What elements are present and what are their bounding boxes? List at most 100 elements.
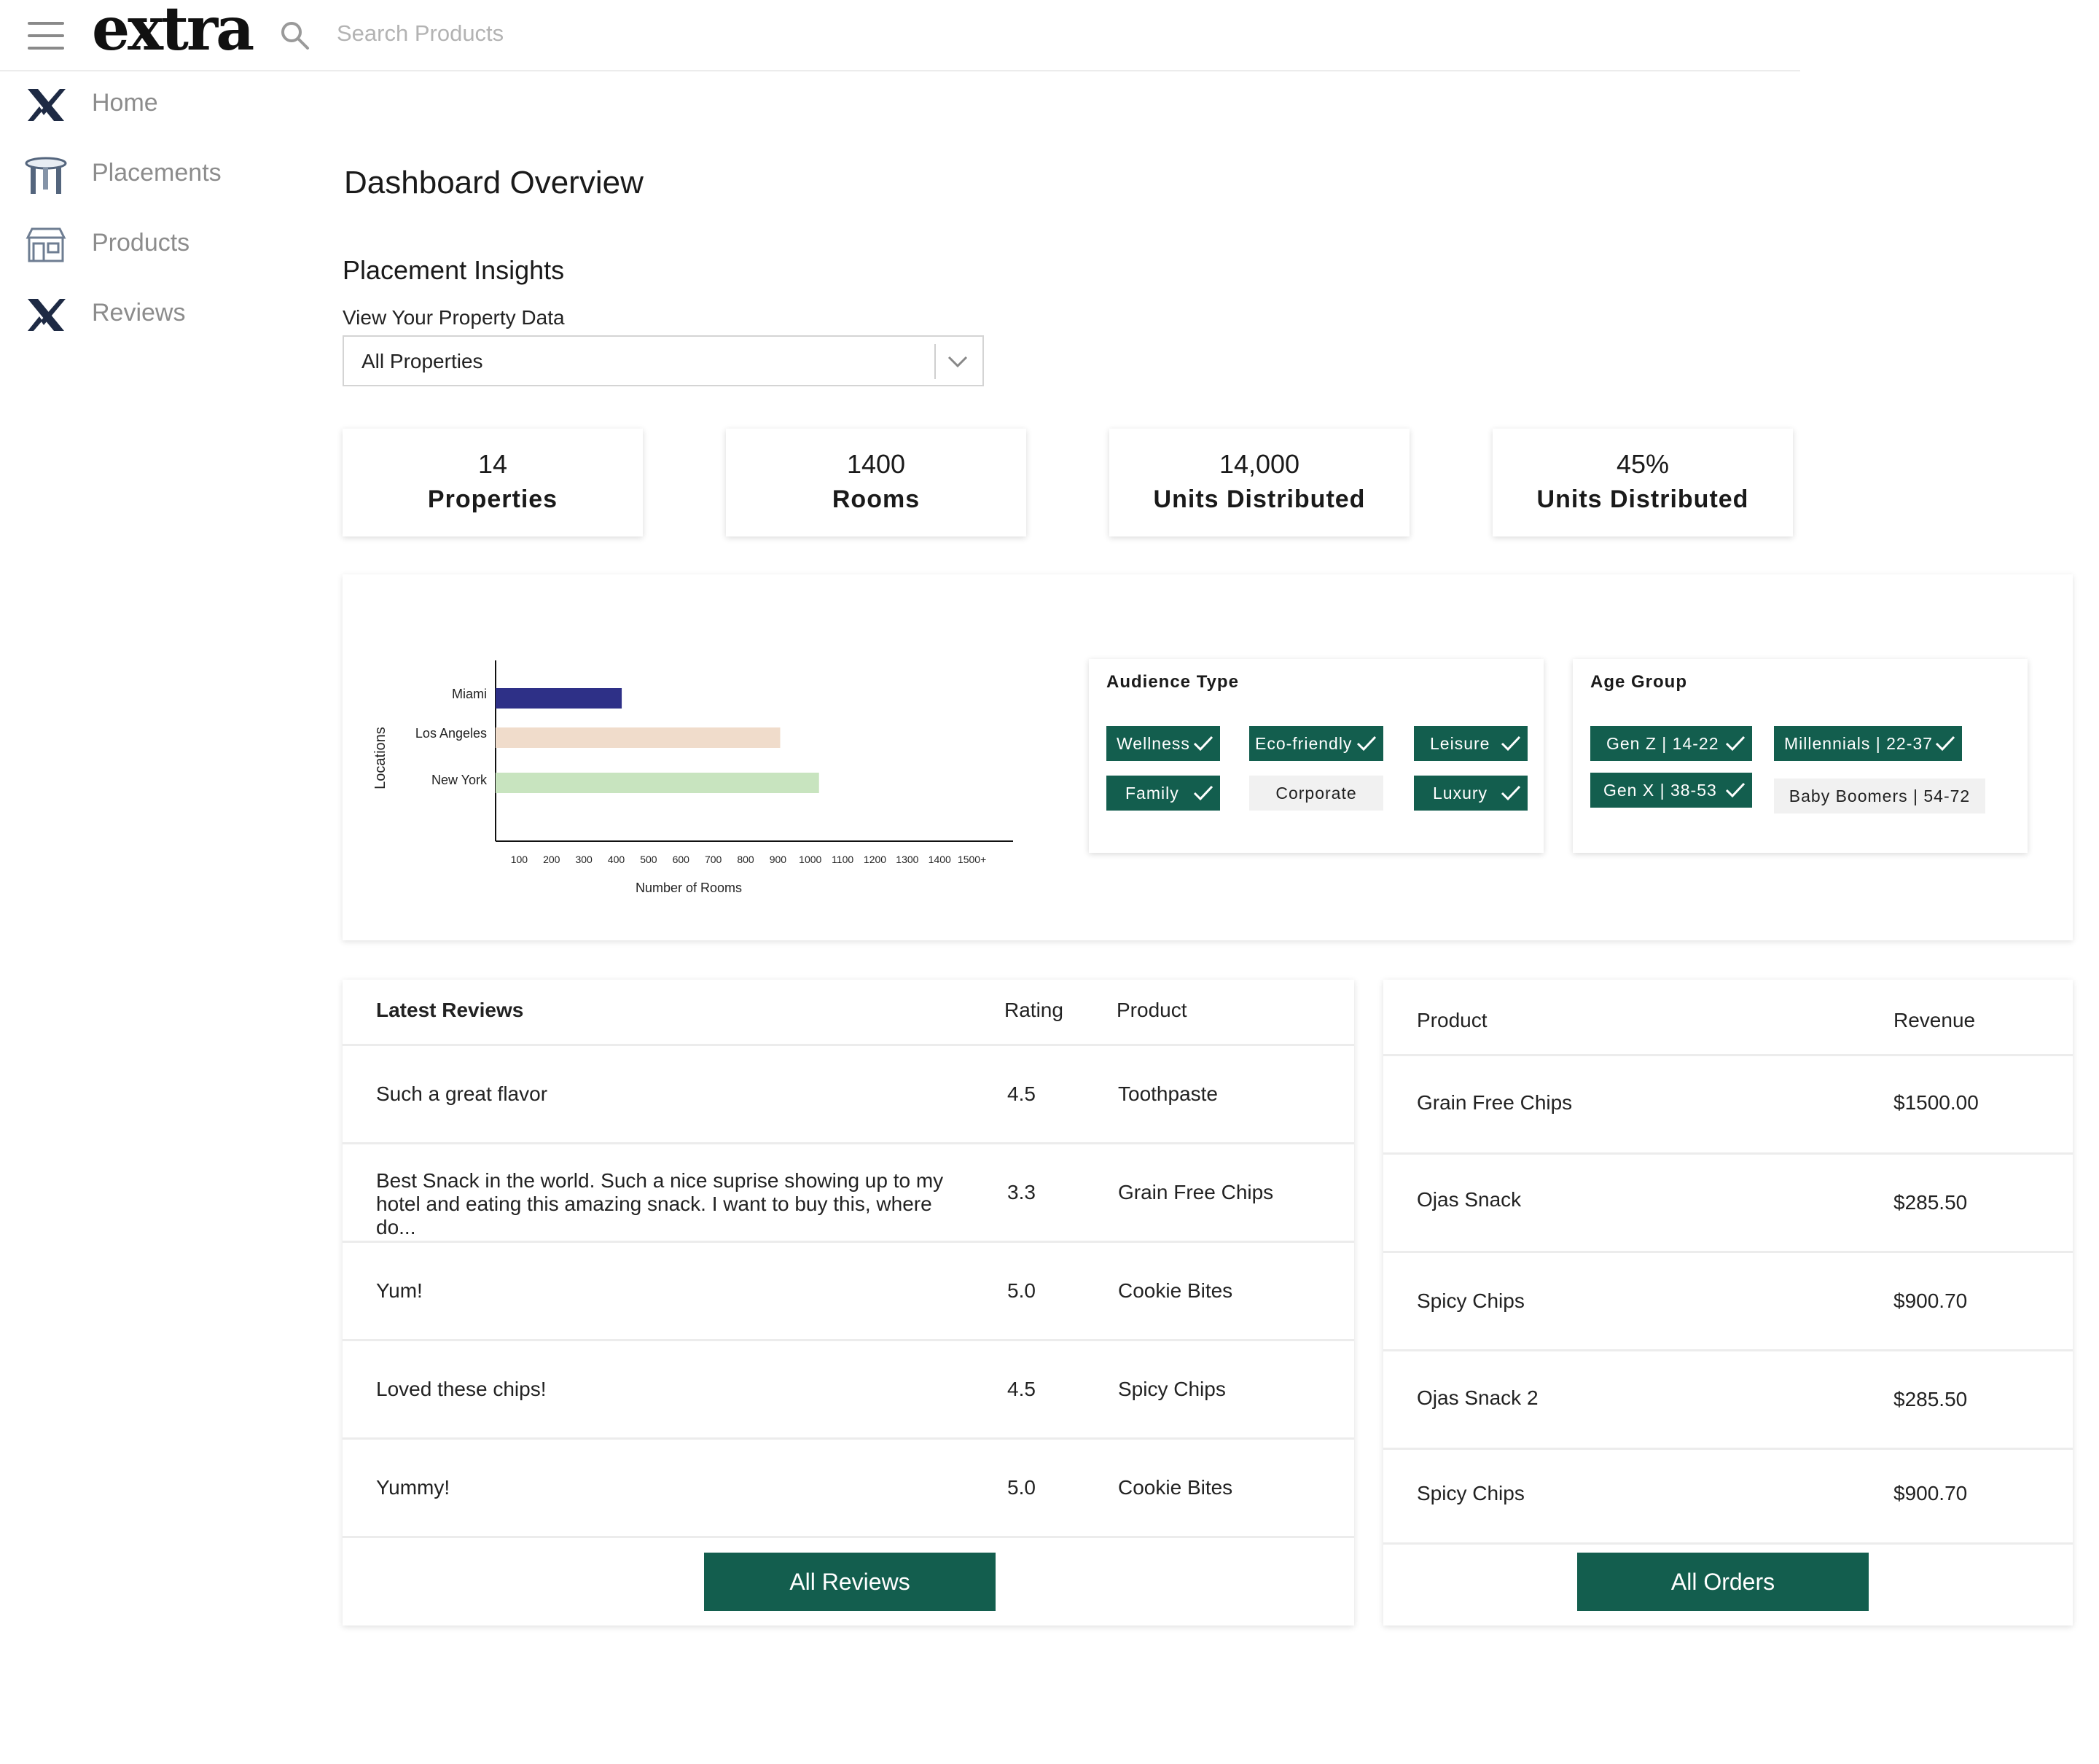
section-title: Placement Insights <box>343 255 565 285</box>
table-row[interactable]: Grain Free Chips $1500.00 <box>1383 1056 2073 1152</box>
sidebar-item-reviews[interactable]: Reviews <box>0 286 306 344</box>
audience-type-title: Audience Type <box>1106 672 1239 692</box>
audience-type-card: Audience Type Wellness Eco-friendly Leis… <box>1089 659 1544 853</box>
check-icon <box>1501 735 1521 752</box>
stat-label: Units Distributed <box>1536 485 1749 513</box>
tag-luxury[interactable]: Luxury <box>1414 776 1528 811</box>
table-row[interactable]: Yummy! 5.0 Cookie Bites <box>343 1440 1354 1536</box>
age-group-card: Age Group Gen Z | 14-22 Millennials | 22… <box>1573 659 2028 853</box>
table-row[interactable]: Yum! 5.0 Cookie Bites <box>343 1243 1354 1339</box>
sidebar-item-label: Reviews <box>92 299 186 327</box>
x-tick-label: 800 <box>737 854 754 865</box>
tag-gen-x[interactable]: Gen X | 38-53 <box>1590 773 1752 808</box>
select-divider <box>934 344 936 379</box>
tag-family[interactable]: Family <box>1106 776 1220 811</box>
tag-eco-friendly[interactable]: Eco-friendly <box>1249 726 1383 761</box>
logo[interactable]: extra <box>92 0 254 64</box>
table-icon <box>25 157 67 194</box>
column-header-revenue: Revenue <box>1893 1009 1976 1031</box>
search-input[interactable] <box>335 15 848 52</box>
tag-label: Gen Z | 14-22 <box>1606 734 1719 753</box>
all-reviews-button[interactable]: All Reviews <box>704 1553 996 1611</box>
x-tick-label: 1300 <box>896 854 918 865</box>
bar-new-york <box>496 773 819 793</box>
sidebar-item-label: Placements <box>92 159 222 187</box>
x-tick-label: 700 <box>705 854 722 865</box>
x-tick-label: 300 <box>575 854 593 865</box>
bar-los-angeles <box>496 727 781 748</box>
x-tick-label: 500 <box>640 854 657 865</box>
x-tick-label: 400 <box>608 854 625 865</box>
sidebar-item-label: Products <box>92 229 190 257</box>
x-axis-label: Number of Rooms <box>636 881 742 895</box>
stat-label: Rooms <box>832 485 920 513</box>
x-tick-label: 1500+ <box>958 854 986 865</box>
table-row[interactable]: Spicy Chips $900.70 <box>1383 1450 2073 1546</box>
tag-corporate[interactable]: Corporate <box>1249 776 1383 811</box>
x-tick-label: 600 <box>673 854 690 865</box>
stat-label: Properties <box>427 485 558 513</box>
order-product: Ojas Snack <box>1417 1188 1522 1211</box>
x-tick-label: 1400 <box>929 854 951 865</box>
sidebar-item-home[interactable]: Home <box>0 76 306 134</box>
stat-card-units-percent: 45% Units Distributed <box>1493 429 1793 536</box>
column-header-product: Product <box>1117 999 1187 1021</box>
sidebar-item-label: Home <box>92 89 158 117</box>
table-row[interactable]: Ojas Snack 2 $285.50 <box>1383 1351 2073 1448</box>
search-icon[interactable] <box>278 19 310 51</box>
tag-label: Corporate <box>1275 784 1357 803</box>
stat-card-rooms: 1400 Rooms <box>726 429 1026 536</box>
chevron-down-icon[interactable] <box>943 347 972 376</box>
x-tick-label: 200 <box>543 854 560 865</box>
row-divider <box>343 1536 1354 1538</box>
review-text: Such a great flavor <box>376 1082 548 1105</box>
review-rating: 5.0 <box>1007 1279 1036 1302</box>
x-tick-label: 100 <box>511 854 528 865</box>
review-product: Cookie Bites <box>1118 1476 1233 1499</box>
all-orders-button[interactable]: All Orders <box>1577 1553 1869 1611</box>
tag-leisure[interactable]: Leisure <box>1414 726 1528 761</box>
tag-label: Wellness <box>1117 734 1190 753</box>
table-row[interactable]: Loved these chips! 4.5 Spicy Chips <box>343 1341 1354 1437</box>
tag-label: Gen X | 38-53 <box>1603 781 1717 800</box>
table-row[interactable]: Such a great flavor 4.5 Toothpaste <box>343 1046 1354 1142</box>
tag-wellness[interactable]: Wellness <box>1106 726 1220 761</box>
latest-reviews-table: Latest Reviews Rating Product Such a gre… <box>343 980 1354 1626</box>
tag-label: Baby Boomers | 54-72 <box>1789 787 1971 805</box>
column-header-product: Product <box>1417 1009 1488 1031</box>
sidebar-item-placements[interactable]: Placements <box>0 146 306 204</box>
y-axis-label: Locations <box>372 727 388 789</box>
review-product: Cookie Bites <box>1118 1279 1233 1302</box>
stat-value: 14,000 <box>1219 449 1300 479</box>
locations-bar-chart: Miami Los Angeles New York 100 200 300 400 500 6… <box>372 660 1013 895</box>
header-divider <box>0 70 1800 71</box>
review-product: Spicy Chips <box>1118 1378 1226 1400</box>
table-row[interactable]: Best Snack in the world. Such a nice sup… <box>343 1144 1354 1241</box>
tag-gen-z[interactable]: Gen Z | 14-22 <box>1590 726 1752 761</box>
tag-label: Leisure <box>1430 734 1490 753</box>
y-tick-label: Los Angeles <box>415 726 487 741</box>
y-tick-label: New York <box>431 773 488 787</box>
order-revenue: $900.70 <box>1893 1289 1968 1312</box>
menu-icon[interactable] <box>28 22 64 51</box>
order-revenue: $1500.00 <box>1893 1091 1979 1114</box>
review-product: Grain Free Chips <box>1118 1181 1274 1203</box>
table-row[interactable]: Spicy Chips $900.70 <box>1383 1253 2073 1349</box>
check-icon <box>1725 782 1746 798</box>
property-select[interactable]: All Properties <box>343 335 984 386</box>
sidebar-item-products[interactable]: Products <box>0 216 306 274</box>
table-row[interactable]: Ojas Snack $285.50 <box>1383 1155 2073 1251</box>
tag-baby-boomers[interactable]: Baby Boomers | 54-72 <box>1774 778 1985 813</box>
bar-miami <box>496 688 622 709</box>
tag-label: Family <box>1125 784 1179 803</box>
column-header-rating: Rating <box>1004 999 1063 1021</box>
review-text: Yummy! <box>376 1476 450 1499</box>
x-logo-icon <box>28 299 66 331</box>
row-divider <box>1383 1542 2073 1545</box>
x-logo-icon <box>28 89 66 121</box>
tag-label: Millennials | 22-37 <box>1784 734 1933 753</box>
tag-millennials[interactable]: Millennials | 22-37 <box>1774 726 1962 761</box>
order-revenue: $285.50 <box>1893 1388 1968 1410</box>
age-group-title: Age Group <box>1590 672 1687 692</box>
order-product: Grain Free Chips <box>1417 1091 1573 1114</box>
